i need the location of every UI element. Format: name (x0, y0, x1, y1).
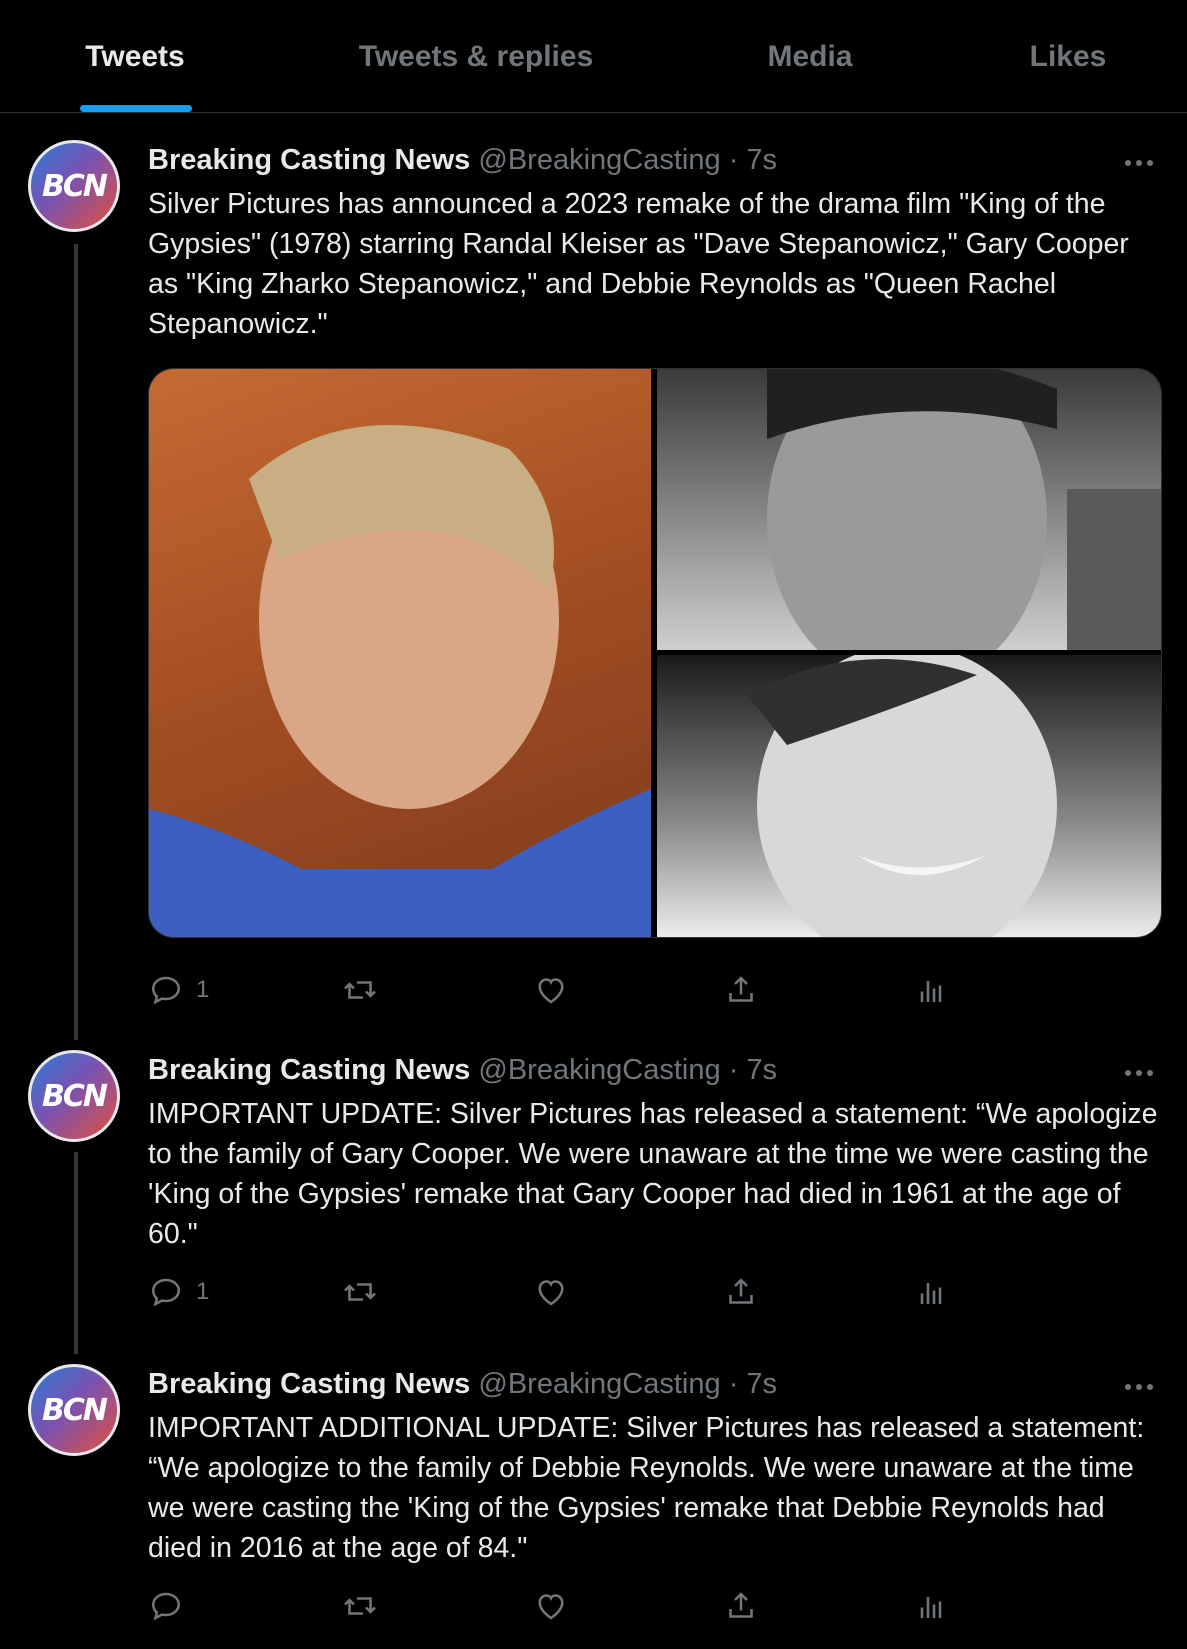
display-name[interactable]: Breaking Casting News (148, 1368, 470, 1400)
reply-button[interactable] (148, 1588, 196, 1624)
separator-dot: · (728, 1368, 739, 1400)
reply-count: 1 (196, 1278, 210, 1305)
tweet-text: IMPORTANT ADDITIONAL UPDATE: Silver Pict… (148, 1412, 1145, 1564)
separator-dot: · (728, 144, 739, 176)
photo-left[interactable] (149, 369, 651, 937)
user-handle[interactable]: @BreakingCasting (478, 1368, 720, 1400)
separator-dot: · (728, 1054, 739, 1086)
active-tab-indicator (80, 105, 192, 112)
retweet-button[interactable] (342, 1588, 378, 1624)
analytics-icon (920, 1283, 942, 1304)
retweet-icon (344, 981, 376, 999)
avatar[interactable]: BCN (28, 1364, 120, 1456)
tweet-header: Breaking Casting News @BreakingCasting ·… (148, 1054, 777, 1087)
like-icon (538, 978, 564, 1004)
tweet-actions (148, 1588, 1048, 1632)
reply-icon (151, 1278, 181, 1307)
timestamp[interactable]: 7s (746, 144, 777, 176)
reply-icon (151, 1592, 181, 1621)
reply-count: 1 (196, 976, 210, 1003)
share-icon (729, 976, 753, 1002)
share-button[interactable] (723, 1274, 759, 1310)
retweet-button[interactable] (342, 972, 378, 1008)
avatar-logo-text: BCN (42, 1078, 108, 1114)
analytics-button[interactable] (913, 1588, 949, 1624)
retweet-button[interactable] (342, 1274, 378, 1310)
like-button[interactable] (533, 1588, 569, 1624)
share-button[interactable] (723, 972, 759, 1008)
tweet-text: IMPORTANT UPDATE: Silver Pictures has re… (148, 1098, 1158, 1250)
media-grid (148, 368, 1162, 938)
user-handle[interactable]: @BreakingCasting (478, 1054, 720, 1086)
analytics-icon (920, 1597, 942, 1618)
display-name[interactable]: Breaking Casting News (148, 144, 470, 176)
tweet-header: Breaking Casting News @BreakingCasting ·… (148, 1368, 777, 1401)
like-button[interactable] (533, 1274, 569, 1310)
retweet-icon (344, 1597, 376, 1615)
tweet-actions: 1 (148, 1274, 1048, 1318)
analytics-icon (920, 981, 942, 1002)
share-icon (729, 1278, 753, 1304)
reply-button[interactable]: 1 (148, 1274, 209, 1310)
photo-top-right[interactable] (657, 369, 1161, 650)
retweet-icon (344, 1283, 376, 1301)
reply-icon (151, 976, 181, 1005)
timestamp[interactable]: 7s (746, 1054, 777, 1086)
more-icon[interactable] (1121, 148, 1157, 178)
tab-tweets-and-replies[interactable]: Tweets & replies (359, 40, 594, 74)
tweet-text: Silver Pictures has announced a 2023 rem… (148, 188, 1129, 340)
share-icon (729, 1592, 753, 1618)
timestamp[interactable]: 7s (746, 1368, 777, 1400)
photo-bottom-right[interactable] (657, 655, 1161, 937)
tweet[interactable]: BCN Breaking Casting News @BreakingCasti… (0, 140, 1187, 1020)
tweet-actions: 1 (148, 972, 1048, 1016)
reply-button[interactable]: 1 (148, 972, 209, 1008)
more-icon[interactable] (1121, 1058, 1157, 1088)
like-icon (538, 1280, 564, 1306)
avatar-logo-text: BCN (42, 168, 108, 204)
like-button[interactable] (533, 972, 569, 1008)
display-name[interactable]: Breaking Casting News (148, 1054, 470, 1086)
avatar[interactable]: BCN (28, 140, 120, 232)
analytics-button[interactable] (913, 972, 949, 1008)
profile-tabs: Tweets Tweets & replies Media Likes (0, 0, 1187, 113)
avatar-logo-text: BCN (42, 1392, 108, 1428)
avatar[interactable]: BCN (28, 1050, 120, 1142)
tweet[interactable]: BCN Breaking Casting News @BreakingCasti… (0, 1364, 1187, 1649)
tweet-header: Breaking Casting News @BreakingCasting ·… (148, 144, 777, 177)
tweet[interactable]: BCN Breaking Casting News @BreakingCasti… (0, 1050, 1187, 1330)
more-icon[interactable] (1121, 1372, 1157, 1402)
analytics-button[interactable] (913, 1274, 949, 1310)
tab-tweets[interactable]: Tweets (85, 40, 184, 74)
share-button[interactable] (723, 1588, 759, 1624)
tab-likes[interactable]: Likes (1030, 40, 1107, 74)
tab-media[interactable]: Media (767, 40, 852, 74)
user-handle[interactable]: @BreakingCasting (478, 144, 720, 176)
like-icon (538, 1594, 564, 1620)
